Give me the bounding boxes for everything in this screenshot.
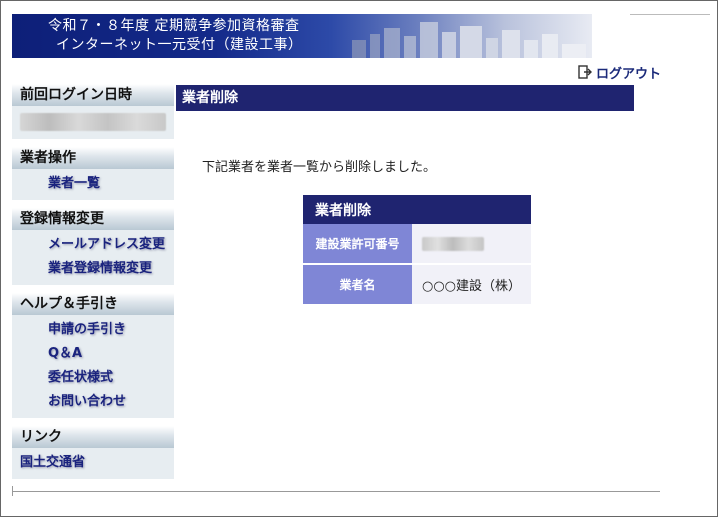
registration-panel: メールアドレス変更 業者登録情報変更 bbox=[12, 230, 174, 285]
sidebar-item-email-change[interactable]: メールアドレス変更 bbox=[12, 233, 174, 257]
last-login-value-blurred bbox=[20, 113, 166, 131]
sidebar-item-contact[interactable]: お問い合わせ bbox=[12, 390, 174, 414]
table-row: 建設業許可番号 bbox=[303, 224, 531, 265]
row-label-license-number: 建設業許可番号 bbox=[303, 224, 412, 265]
sidebar-item-vendor-list[interactable]: 業者一覧 bbox=[12, 172, 174, 196]
table-row: 業者名 ○○○建設（株） bbox=[303, 264, 531, 306]
header-title-line1: 令和７・８年度 定期競争参加資格審査 bbox=[48, 18, 300, 34]
header-banner: 令和７・８年度 定期競争参加資格審査 インターネット一元受付（建設工事） bbox=[12, 14, 592, 58]
help-panel: 申請の手引き Q＆A 委任状様式 お問い合わせ bbox=[12, 315, 174, 418]
sidebar-item-power-of-attorney-form[interactable]: 委任状様式 bbox=[12, 366, 174, 390]
sidebar-item-application-guide[interactable]: 申請の手引き bbox=[12, 318, 174, 342]
sidebar: 前回ログイン日時 業者操作 業者一覧 登録情報変更 メールアドレス変更 業者登録… bbox=[12, 84, 174, 479]
row-value-license-number bbox=[412, 224, 531, 265]
logout-link[interactable]: ログアウト bbox=[578, 64, 662, 82]
header-title-line2: インターネット一元受付（建設工事） bbox=[56, 37, 303, 53]
last-login-panel bbox=[12, 106, 174, 139]
sidebar-item-mlit[interactable]: 国土交通省 bbox=[12, 451, 174, 475]
sidebar-heading-help: ヘルプ＆手引き bbox=[12, 293, 174, 315]
links-panel: 国土交通省 bbox=[12, 448, 174, 479]
sidebar-item-vendor-info-change[interactable]: 業者登録情報変更 bbox=[12, 257, 174, 281]
logout-icon bbox=[578, 65, 592, 79]
page-title: 業者削除 bbox=[176, 85, 634, 111]
city-skyline-image bbox=[352, 22, 586, 58]
logout-label: ログアウト bbox=[596, 66, 662, 82]
operations-panel: 業者一覧 bbox=[12, 169, 174, 200]
sidebar-heading-last-login: 前回ログイン日時 bbox=[12, 84, 174, 106]
sidebar-item-faq[interactable]: Q＆A bbox=[12, 342, 174, 366]
deleted-vendor-table: 業者削除 建設業許可番号 業者名 ○○○建設（株） bbox=[303, 195, 531, 306]
sidebar-heading-registration: 登録情報変更 bbox=[12, 208, 174, 230]
license-number-blurred bbox=[422, 236, 484, 251]
footer-rule bbox=[12, 491, 660, 492]
row-value-vendor-name: ○○○建設（株） bbox=[412, 264, 531, 306]
sidebar-heading-operations: 業者操作 bbox=[12, 147, 174, 169]
header-right-rule bbox=[630, 14, 710, 15]
row-label-vendor-name: 業者名 bbox=[303, 264, 412, 306]
table-caption: 業者削除 bbox=[303, 195, 531, 224]
completion-message: 下記業者を業者一覧から削除しました。 bbox=[202, 160, 437, 175]
sidebar-heading-links: リンク bbox=[12, 426, 174, 448]
